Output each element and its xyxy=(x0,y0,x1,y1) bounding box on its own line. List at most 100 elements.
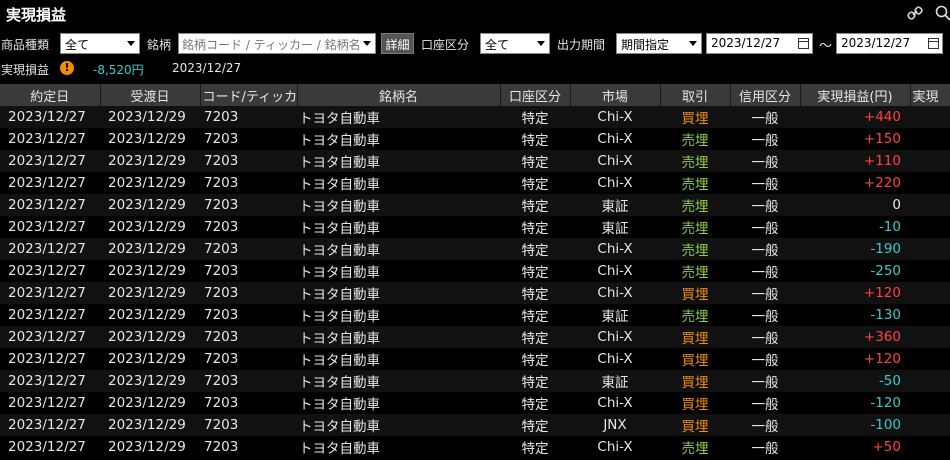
name-cell: トヨタ自動車 xyxy=(297,128,500,150)
extra-cell xyxy=(910,282,950,304)
symbol-label: 銘柄 xyxy=(147,38,172,52)
table-row[interactable]: 2023/12/27 2023/12/29 7203 トヨタ自動車 特定 Chi-X 売埋一… xyxy=(0,150,950,172)
table-row[interactable]: 2023/12/27 2023/12/29 7203 トヨタ自動車 特定 Chi-X 売埋一… xyxy=(0,436,950,458)
calendar-icon[interactable] xyxy=(798,38,809,49)
trade-cell: 買埋 xyxy=(660,414,730,436)
header-pnl[interactable]: 実現損益(円) xyxy=(800,84,911,106)
margin-cell: 一般 xyxy=(730,194,800,216)
extra-cell xyxy=(910,326,950,348)
margin-cell: 一般 xyxy=(730,392,800,414)
account-cell: 特定 xyxy=(500,172,570,194)
header-trade-date[interactable]: 約定日 xyxy=(0,84,101,106)
account-cell: 特定 xyxy=(500,106,570,128)
table-row[interactable]: 2023/12/27 2023/12/29 7203 トヨタ自動車 特定 Chi-X 売埋一… xyxy=(0,238,950,260)
symbol-input[interactable]: 銘柄コード / ティッカー / 銘柄名 xyxy=(178,33,376,54)
trade-cell: 買埋 xyxy=(660,326,730,348)
pnl-cell: +50 xyxy=(800,436,910,458)
product-type-select[interactable]: 全て xyxy=(60,33,140,54)
account-cell: 特定 xyxy=(500,282,570,304)
date-from-input[interactable]: 2023/12/27 xyxy=(706,33,813,54)
header-account[interactable]: 口座区分 xyxy=(500,84,571,106)
market-cell: Chi-X xyxy=(570,128,660,150)
name-cell: トヨタ自動車 xyxy=(297,304,500,326)
table-row[interactable]: 2023/12/27 2023/12/29 7203 トヨタ自動車 特定 Chi-X 買埋一… xyxy=(0,106,950,128)
market-cell: 東証 xyxy=(570,194,660,216)
pnl-cell: +110 xyxy=(800,150,910,172)
period-select[interactable]: 期間指定 xyxy=(616,33,702,54)
link-icon[interactable] xyxy=(906,4,924,22)
symbol-dropdown-button[interactable] xyxy=(360,33,376,54)
table-row[interactable]: 2023/12/27 2023/12/29 7203 トヨタ自動車 特定 Chi-X 売埋一… xyxy=(0,260,950,282)
header-name[interactable]: 銘柄名 xyxy=(297,84,501,106)
search-icon[interactable] xyxy=(934,4,950,22)
margin-cell: 一般 xyxy=(730,216,800,238)
date-to-value: 2023/12/27 xyxy=(841,36,911,50)
table-row[interactable]: 2023/12/27 2023/12/29 7203 トヨタ自動車 特定 Chi-X 売埋一… xyxy=(0,128,950,150)
table-row[interactable]: 2023/12/27 2023/12/29 7203 トヨタ自動車 特定 東証 売埋 一般 0 xyxy=(0,194,950,216)
trade-date-cell: 2023/12/27 xyxy=(0,414,100,436)
market-cell: Chi-X xyxy=(570,260,660,282)
header-margin[interactable]: 信用区分 xyxy=(730,84,801,106)
account-cell: 特定 xyxy=(500,150,570,172)
table-row[interactable]: 2023/12/27 2023/12/29 7203 トヨタ自動車 特定 Chi-X 買埋一… xyxy=(0,282,950,304)
margin-cell: 一般 xyxy=(730,106,800,128)
detail-button[interactable]: 詳細 xyxy=(381,33,414,54)
pnl-cell: +120 xyxy=(800,348,910,370)
market-cell: Chi-X xyxy=(570,282,660,304)
filter-bar: 商品種類 全て 銘柄 銘柄コード / ティッカー / 銘柄名 詳細 口座区分 全… xyxy=(0,31,950,56)
code-cell: 7203 xyxy=(200,414,297,436)
settlement-date-cell: 2023/12/29 xyxy=(100,282,200,304)
margin-cell: 一般 xyxy=(730,150,800,172)
account-cell: 特定 xyxy=(500,260,570,282)
table-row[interactable]: 2023/12/27 2023/12/29 7203 トヨタ自動車 特定 Chi-X 売埋一… xyxy=(0,172,950,194)
table-row[interactable]: 2023/12/27 2023/12/29 7203 トヨタ自動車 特定 東証 売埋 一般 -1… xyxy=(0,304,950,326)
calendar-icon[interactable] xyxy=(928,38,939,49)
header-code[interactable]: コード/ティッカー xyxy=(200,84,298,106)
market-cell: Chi-X xyxy=(570,172,660,194)
extra-cell xyxy=(910,348,950,370)
market-cell: 東証 xyxy=(570,216,660,238)
trade-cell: 売埋 xyxy=(660,216,730,238)
trade-cell: 売埋 xyxy=(660,436,730,458)
pnl-cell: -250 xyxy=(800,260,910,282)
market-cell: Chi-X xyxy=(570,238,660,260)
margin-cell: 一般 xyxy=(730,326,800,348)
trade-cell: 売埋 xyxy=(660,150,730,172)
header-trade[interactable]: 取引 xyxy=(660,84,731,106)
pnl-cell: +440 xyxy=(800,106,910,128)
account-cell: 特定 xyxy=(500,216,570,238)
date-to-input[interactable]: 2023/12/27 xyxy=(836,33,943,54)
market-cell: 東証 xyxy=(570,304,660,326)
trade-cell: 買埋 xyxy=(660,370,730,392)
date-range-separator: ～ xyxy=(819,39,833,54)
pnl-cell: -130 xyxy=(800,304,910,326)
account-cell: 特定 xyxy=(500,194,570,216)
table-row[interactable]: 2023/12/27 2023/12/29 7203 トヨタ自動車 特定 Chi-X 買埋一… xyxy=(0,326,950,348)
table-row[interactable]: 2023/12/27 2023/12/29 7203 トヨタ自動車 特定 東証 売埋 一般 -1… xyxy=(0,216,950,238)
trade-cell: 売埋 xyxy=(660,172,730,194)
header-settlement-date[interactable]: 受渡日 xyxy=(100,84,201,106)
code-cell: 7203 xyxy=(200,106,297,128)
extra-cell xyxy=(910,414,950,436)
trade-date-cell: 2023/12/27 xyxy=(0,370,100,392)
account-select[interactable]: 全て xyxy=(480,33,550,54)
name-cell: トヨタ自動車 xyxy=(297,370,500,392)
date-from-value: 2023/12/27 xyxy=(711,36,781,50)
title-bar: 実現損益 xyxy=(0,0,950,27)
account-value: 全て xyxy=(485,38,510,52)
trade-cell: 売埋 xyxy=(660,128,730,150)
trade-cell: 売埋 xyxy=(660,194,730,216)
header-extra[interactable]: 実現 xyxy=(910,84,950,106)
table-row[interactable]: 2023/12/27 2023/12/29 7203 トヨタ自動車 特定 東証 買埋 一般 -5… xyxy=(0,370,950,392)
settlement-date-cell: 2023/12/29 xyxy=(100,348,200,370)
header-market[interactable]: 市場 xyxy=(570,84,661,106)
market-cell: Chi-X xyxy=(570,150,660,172)
table-row[interactable]: 2023/12/27 2023/12/29 7203 トヨタ自動車 特定 Chi-X 買埋一… xyxy=(0,392,950,414)
warning-icon[interactable]: ! xyxy=(60,61,74,75)
table-row[interactable]: 2023/12/27 2023/12/29 7203 トヨタ自動車 特定 JNX 買埋 一般 -… xyxy=(0,414,950,436)
code-cell: 7203 xyxy=(200,150,297,172)
pnl-cell: +220 xyxy=(800,172,910,194)
summary-total: -8,520円 xyxy=(93,63,144,77)
table-row[interactable]: 2023/12/27 2023/12/29 7203 トヨタ自動車 特定 Chi-X 買埋一… xyxy=(0,348,950,370)
pnl-cell: -190 xyxy=(800,238,910,260)
